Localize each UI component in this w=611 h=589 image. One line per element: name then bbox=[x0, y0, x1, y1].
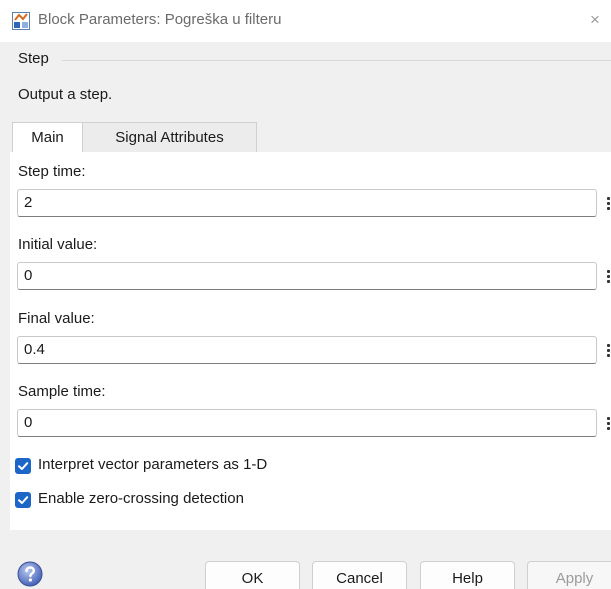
help-question-icon[interactable] bbox=[17, 561, 43, 587]
help-button[interactable]: Help bbox=[420, 561, 515, 589]
interpret-vector-label: Interpret vector parameters as 1-D bbox=[38, 456, 268, 473]
zero-crossing-label: Enable zero-crossing detection bbox=[38, 490, 244, 507]
tab-signal-attributes[interactable]: Signal Attributes bbox=[83, 122, 257, 152]
vertical-ellipsis-icon[interactable] bbox=[603, 409, 611, 437]
title-bar: Block Parameters: Pogreška u filteru × bbox=[0, 0, 611, 42]
simulink-block-icon bbox=[12, 12, 30, 30]
vertical-ellipsis-icon[interactable] bbox=[603, 262, 611, 290]
tab-main[interactable]: Main bbox=[12, 122, 83, 152]
vertical-ellipsis-icon[interactable] bbox=[603, 336, 611, 364]
vertical-ellipsis-icon[interactable] bbox=[603, 189, 611, 217]
final-value-label: Final value: bbox=[18, 310, 95, 327]
checkbox-checked-icon[interactable] bbox=[15, 458, 31, 474]
close-button[interactable]: × bbox=[585, 9, 605, 31]
block-description: Output a step. bbox=[18, 86, 113, 103]
tab-bar: Main Signal Attributes bbox=[12, 120, 611, 152]
block-type-label: Step bbox=[18, 50, 49, 67]
step-time-label: Step time: bbox=[18, 163, 86, 180]
initial-value-label: Initial value: bbox=[18, 236, 98, 253]
ok-button[interactable]: OK bbox=[205, 561, 300, 589]
checkbox-checked-icon[interactable] bbox=[15, 492, 31, 508]
window-title: Block Parameters: Pogreška u filteru bbox=[38, 11, 282, 28]
sample-time-input[interactable]: 0 bbox=[17, 409, 597, 437]
group-divider bbox=[62, 60, 611, 61]
apply-button[interactable]: Apply bbox=[527, 561, 611, 589]
step-time-input[interactable]: 2 bbox=[17, 189, 597, 217]
initial-value-input[interactable]: 0 bbox=[17, 262, 597, 290]
sample-time-label: Sample time: bbox=[18, 383, 106, 400]
block-parameters-dialog: Block Parameters: Pogreška u filteru × S… bbox=[0, 0, 611, 589]
cancel-button[interactable]: Cancel bbox=[312, 561, 407, 589]
final-value-input[interactable]: 0.4 bbox=[17, 336, 597, 364]
